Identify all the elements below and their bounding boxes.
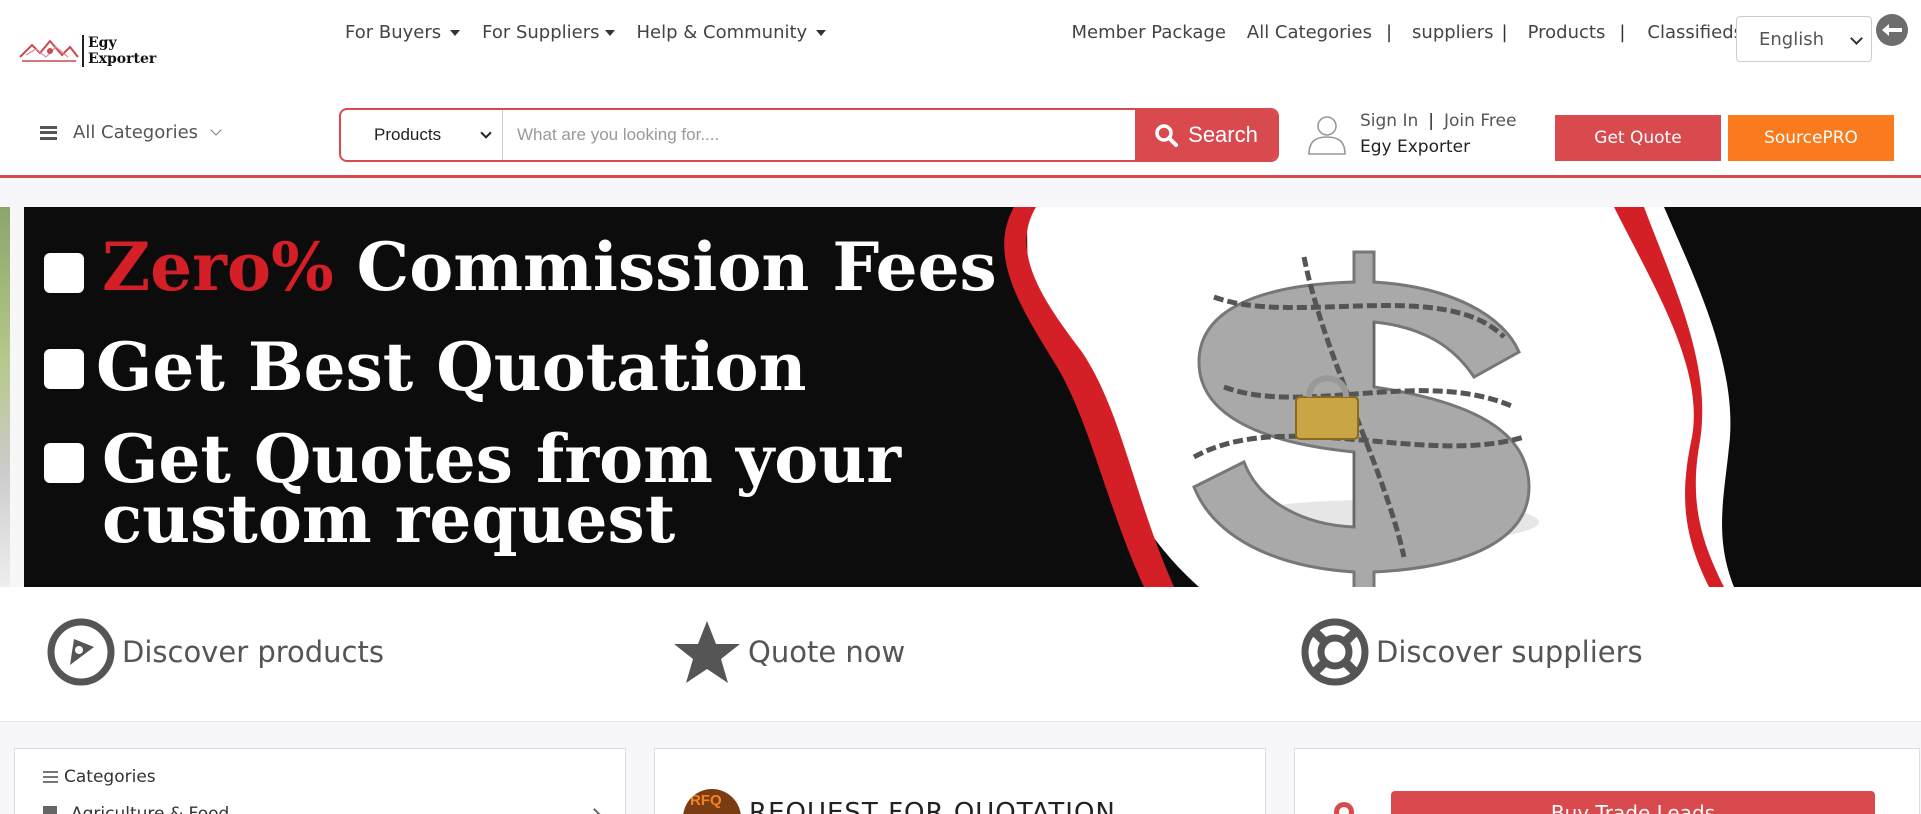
previous-slide-edge[interactable]	[0, 207, 10, 587]
sourcepro-button[interactable]: SourcePRO	[1728, 115, 1894, 161]
checkbox-bullet-icon	[44, 443, 84, 483]
categories-header: Categories	[43, 767, 156, 787]
user-avatar-icon	[1308, 116, 1346, 155]
rfq-header[interactable]: RFQ REQUEST FOR QUOTATION	[683, 789, 1116, 814]
nav-help-community[interactable]: Help & Community	[637, 22, 827, 43]
rfq-badge-icon: RFQ	[683, 789, 741, 814]
discover-suppliers-link[interactable]: Discover suppliers	[1300, 617, 1643, 687]
star-icon	[674, 621, 740, 683]
logo-text: Egy Exporter	[82, 35, 156, 67]
caret-down-icon	[816, 29, 827, 36]
nav-for-buyers[interactable]: For Buyers	[345, 22, 461, 43]
rfq-badge-label: RFQ	[690, 792, 722, 809]
search-type-selected: Products	[374, 125, 442, 144]
banner-commission-fees: Commission Fees	[333, 228, 997, 306]
rfq-card: RFQ REQUEST FOR QUOTATION	[654, 748, 1266, 814]
language-selected: English	[1759, 28, 1824, 50]
promo-banner[interactable]: Zero% Commission Fees Get Best Quotation…	[24, 207, 1921, 587]
chevron-down-icon	[480, 127, 492, 139]
quote-now-label: Quote now	[748, 635, 906, 669]
banner-line-2: Get Best Quotation	[44, 328, 807, 406]
list-icon	[43, 771, 58, 783]
nav-separator: |	[1501, 22, 1508, 43]
nav-member-package[interactable]: Member Package	[1072, 22, 1226, 43]
primary-nav: For Buyers For Suppliers Help & Communit…	[345, 22, 827, 43]
arrow-left-icon	[1882, 24, 1902, 36]
nav-suppliers[interactable]: suppliers	[1412, 22, 1494, 43]
nav-separator: |	[1619, 22, 1626, 43]
search-input[interactable]	[503, 110, 1135, 160]
checkbox-bullet-icon	[44, 253, 84, 293]
search-button[interactable]: Search	[1135, 110, 1277, 160]
checkbox-bullet-icon	[44, 349, 84, 389]
nav-for-suppliers-label: For Suppliers	[482, 22, 600, 43]
nav-products[interactable]: Products	[1528, 22, 1606, 43]
quick-links: Discover products Quote now Discover sup…	[0, 587, 1921, 722]
language-select[interactable]: English	[1736, 16, 1872, 62]
nav-for-buyers-label: For Buyers	[345, 22, 442, 43]
search-type-select[interactable]: Products	[341, 110, 503, 160]
caret-down-icon	[604, 29, 615, 36]
hamburger-icon	[40, 125, 57, 140]
search-button-label: Search	[1188, 122, 1258, 147]
agriculture-icon	[43, 806, 57, 814]
banner-zero-percent: Zero%	[102, 228, 334, 306]
back-arrow-button[interactable]	[1876, 14, 1908, 46]
discover-suppliers-label: Discover suppliers	[1376, 635, 1643, 669]
banner-best-quotation: Get Best Quotation	[96, 328, 807, 406]
discover-products-link[interactable]: Discover products	[46, 617, 384, 687]
compass-icon	[47, 618, 115, 686]
categories-card: Categories Agriculture & Food	[14, 748, 626, 814]
caret-down-icon	[450, 29, 461, 36]
chevron-right-icon	[588, 808, 601, 814]
logo-mark-icon	[19, 39, 79, 62]
nav-separator: |	[1385, 22, 1393, 43]
banner-quotes-custom-2: custom request	[102, 480, 676, 558]
chevron-down-icon	[1850, 32, 1863, 45]
category-item[interactable]: Agriculture & Food	[43, 804, 601, 814]
egy-exporter-logo[interactable]: Egy Exporter	[18, 28, 158, 74]
user-separator: |	[1428, 111, 1435, 131]
all-categories-menu[interactable]: All Categories	[40, 122, 222, 143]
banner-line-1: Zero% Commission Fees	[44, 234, 997, 300]
buy-trade-leads-button[interactable]: Buy Trade Leads	[1391, 791, 1875, 814]
get-quote-button[interactable]: Get Quote	[1555, 115, 1721, 161]
user-area: Sign In | Join Free Egy Exporter	[1306, 111, 1516, 157]
user-name[interactable]: Egy Exporter	[1360, 137, 1516, 157]
rfq-title: REQUEST FOR QUOTATION	[749, 798, 1116, 814]
logo-line1: Egy	[88, 35, 117, 51]
secondary-nav: Member Package All Categories | supplier…	[1072, 22, 1743, 43]
sign-in-link[interactable]: Sign In	[1360, 111, 1418, 131]
quote-now-link[interactable]: Quote now	[672, 617, 905, 687]
logo-line2: Exporter	[88, 51, 157, 67]
lifebuoy-icon	[1301, 618, 1369, 686]
categories-title: Categories	[64, 767, 156, 787]
join-free-link[interactable]: Join Free	[1444, 111, 1516, 131]
trade-leads-icon	[1334, 802, 1354, 814]
search-bar: Products Search	[339, 108, 1279, 162]
trade-leads-card: Buy Trade Leads	[1294, 748, 1920, 814]
nav-classifieds[interactable]: Classifieds	[1647, 22, 1743, 43]
banner-line-3: Get Quotes from your custom request	[44, 426, 901, 558]
all-categories-label: All Categories	[73, 122, 199, 143]
nav-help-community-label: Help & Community	[636, 22, 808, 43]
discover-products-label: Discover products	[122, 635, 384, 669]
category-item-label: Agriculture & Food	[71, 804, 230, 814]
nav-all-categories[interactable]: All Categories	[1247, 22, 1372, 43]
search-icon	[1155, 124, 1179, 147]
site-header: Egy Exporter For Buyers For Suppliers He…	[0, 0, 1921, 178]
chevron-down-icon	[210, 123, 222, 136]
nav-for-suppliers[interactable]: For Suppliers	[482, 22, 615, 43]
